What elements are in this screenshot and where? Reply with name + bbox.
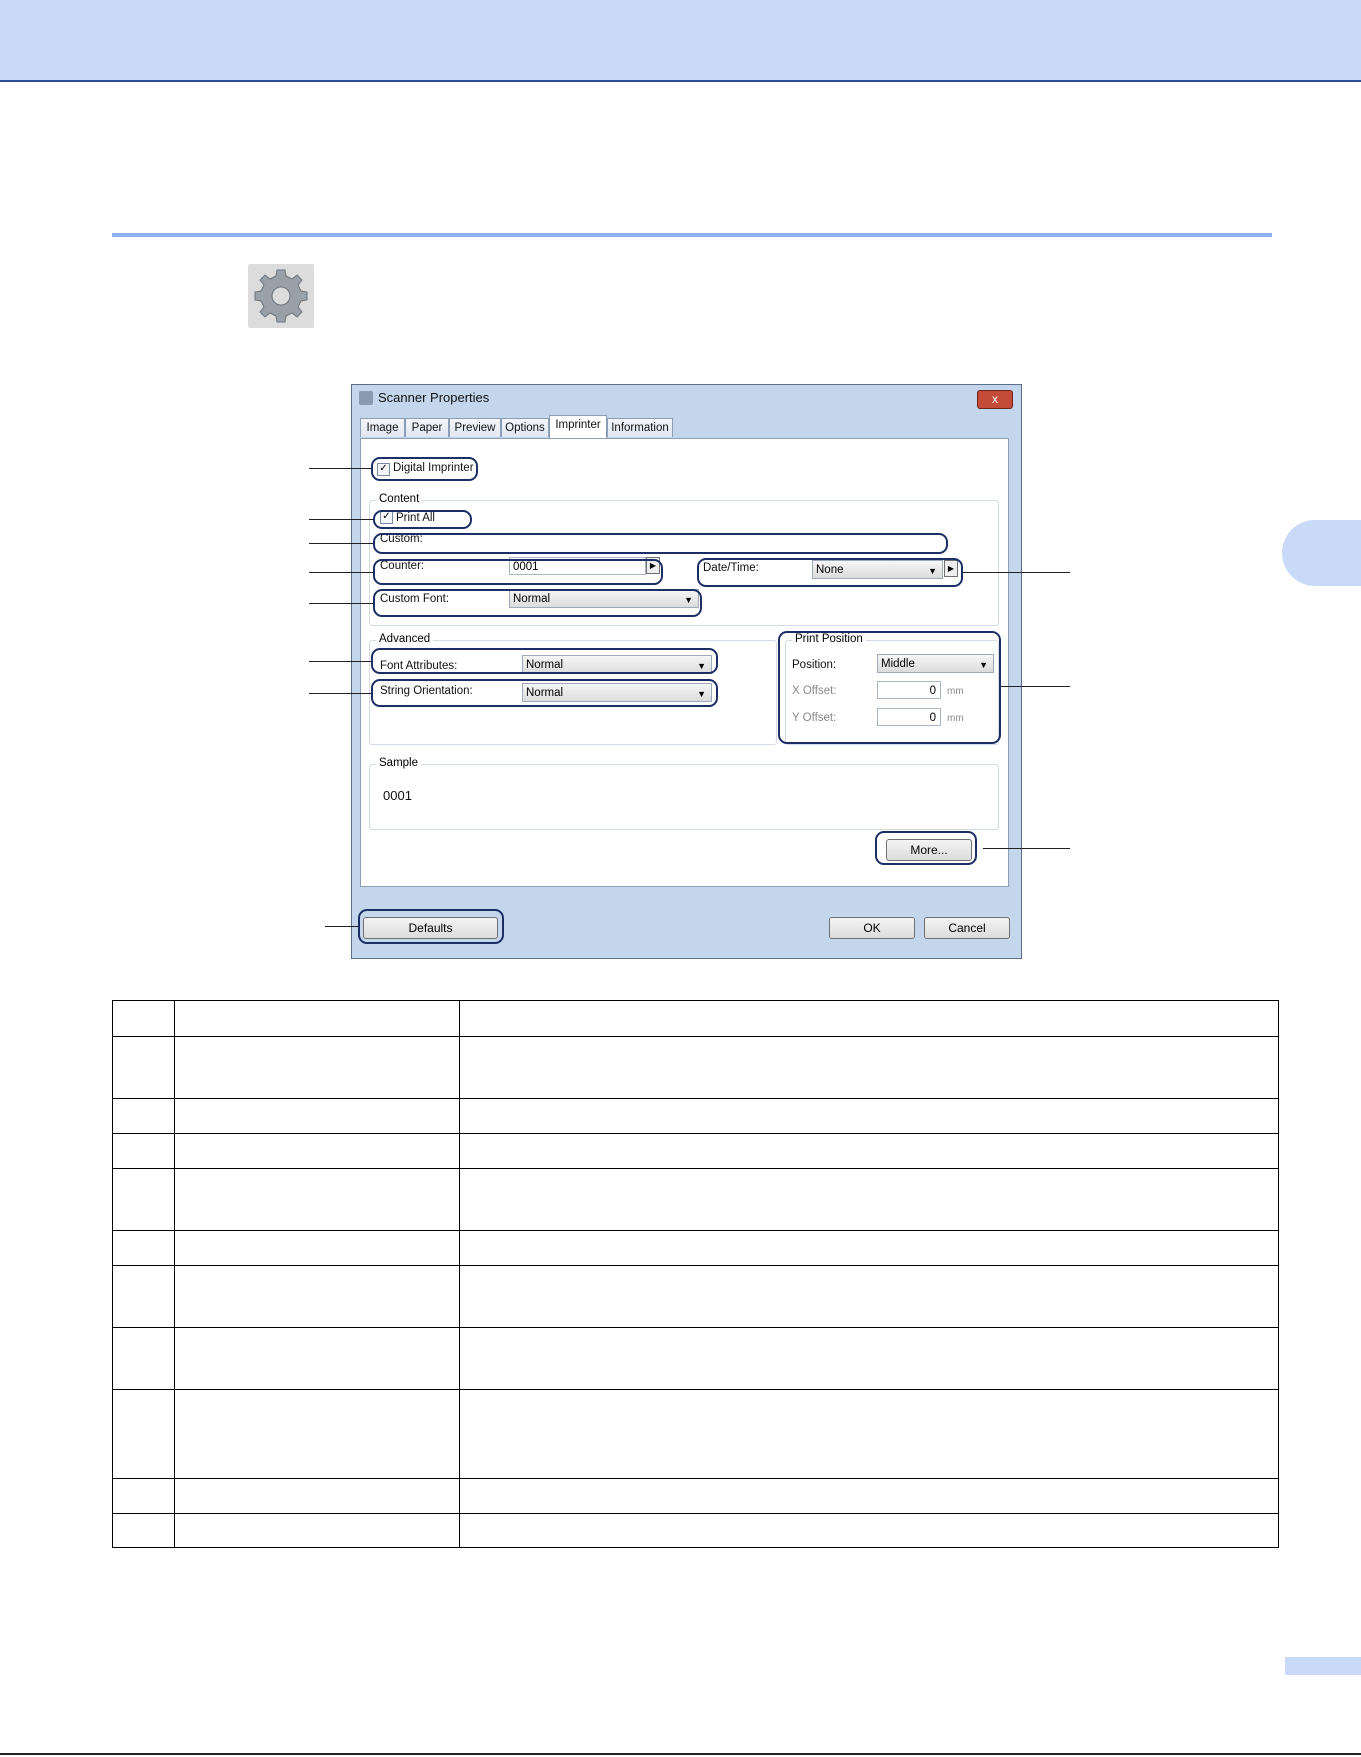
leader-line	[309, 519, 373, 520]
table-row	[112, 1000, 1279, 1037]
tab-image[interactable]: Image	[360, 418, 405, 437]
advanced-group-title: Advanced	[376, 633, 434, 645]
leader-line	[309, 693, 371, 694]
callout-print-position	[778, 631, 1001, 744]
callout-date-time	[697, 558, 963, 587]
leader-line	[1001, 686, 1070, 687]
callout-counter	[373, 559, 663, 585]
callout-print-all	[373, 510, 472, 529]
leader-line	[309, 543, 373, 544]
tab-options[interactable]: Options	[501, 418, 549, 437]
callout-custom	[373, 533, 948, 554]
tab-paper[interactable]: Paper	[405, 418, 449, 437]
footer-rule	[0, 1753, 1361, 1755]
table-row	[112, 1265, 1279, 1328]
scanner-icon	[359, 391, 373, 405]
leader-line	[309, 661, 371, 662]
content-group-title: Content	[376, 493, 423, 505]
sample-group-title: Sample	[376, 757, 421, 769]
table-row	[112, 1133, 1279, 1169]
table-row	[112, 1168, 1279, 1231]
table-row	[112, 1389, 1279, 1479]
leader-line	[309, 468, 371, 469]
page-number-tab	[1285, 1657, 1361, 1675]
tab-preview[interactable]: Preview	[449, 418, 501, 437]
callout-digital-imprinter	[371, 457, 478, 481]
tab-information[interactable]: Information	[607, 418, 673, 437]
sample-value: 0001	[383, 788, 412, 803]
section-rule	[112, 233, 1272, 237]
callout-font-attributes	[371, 648, 718, 674]
callout-defaults	[358, 909, 504, 944]
title-bar: Scanner Properties x	[352, 385, 1021, 411]
callout-custom-font	[373, 589, 702, 617]
table-row	[112, 1098, 1279, 1134]
table-row	[112, 1478, 1279, 1514]
leader-line	[963, 572, 1070, 573]
dialog-title: Scanner Properties	[378, 390, 490, 405]
chapter-tab	[1282, 520, 1361, 586]
description-table	[112, 1000, 1279, 1548]
leader-line	[309, 603, 373, 604]
close-button[interactable]: x	[977, 390, 1013, 409]
leader-line	[309, 572, 373, 573]
callout-more	[875, 831, 977, 865]
header-band	[0, 0, 1361, 82]
table-row	[112, 1513, 1279, 1548]
cancel-button[interactable]: Cancel	[924, 917, 1010, 939]
callout-string-orientation	[371, 679, 718, 707]
tab-imprinter[interactable]: Imprinter	[549, 415, 607, 438]
ok-button[interactable]: OK	[829, 917, 915, 939]
gear-icon	[248, 264, 314, 328]
sample-group: Sample	[369, 757, 999, 830]
table-row	[112, 1327, 1279, 1390]
table-row	[112, 1036, 1279, 1099]
leader-line	[983, 848, 1070, 849]
leader-line	[325, 926, 358, 927]
table-row	[112, 1230, 1279, 1266]
